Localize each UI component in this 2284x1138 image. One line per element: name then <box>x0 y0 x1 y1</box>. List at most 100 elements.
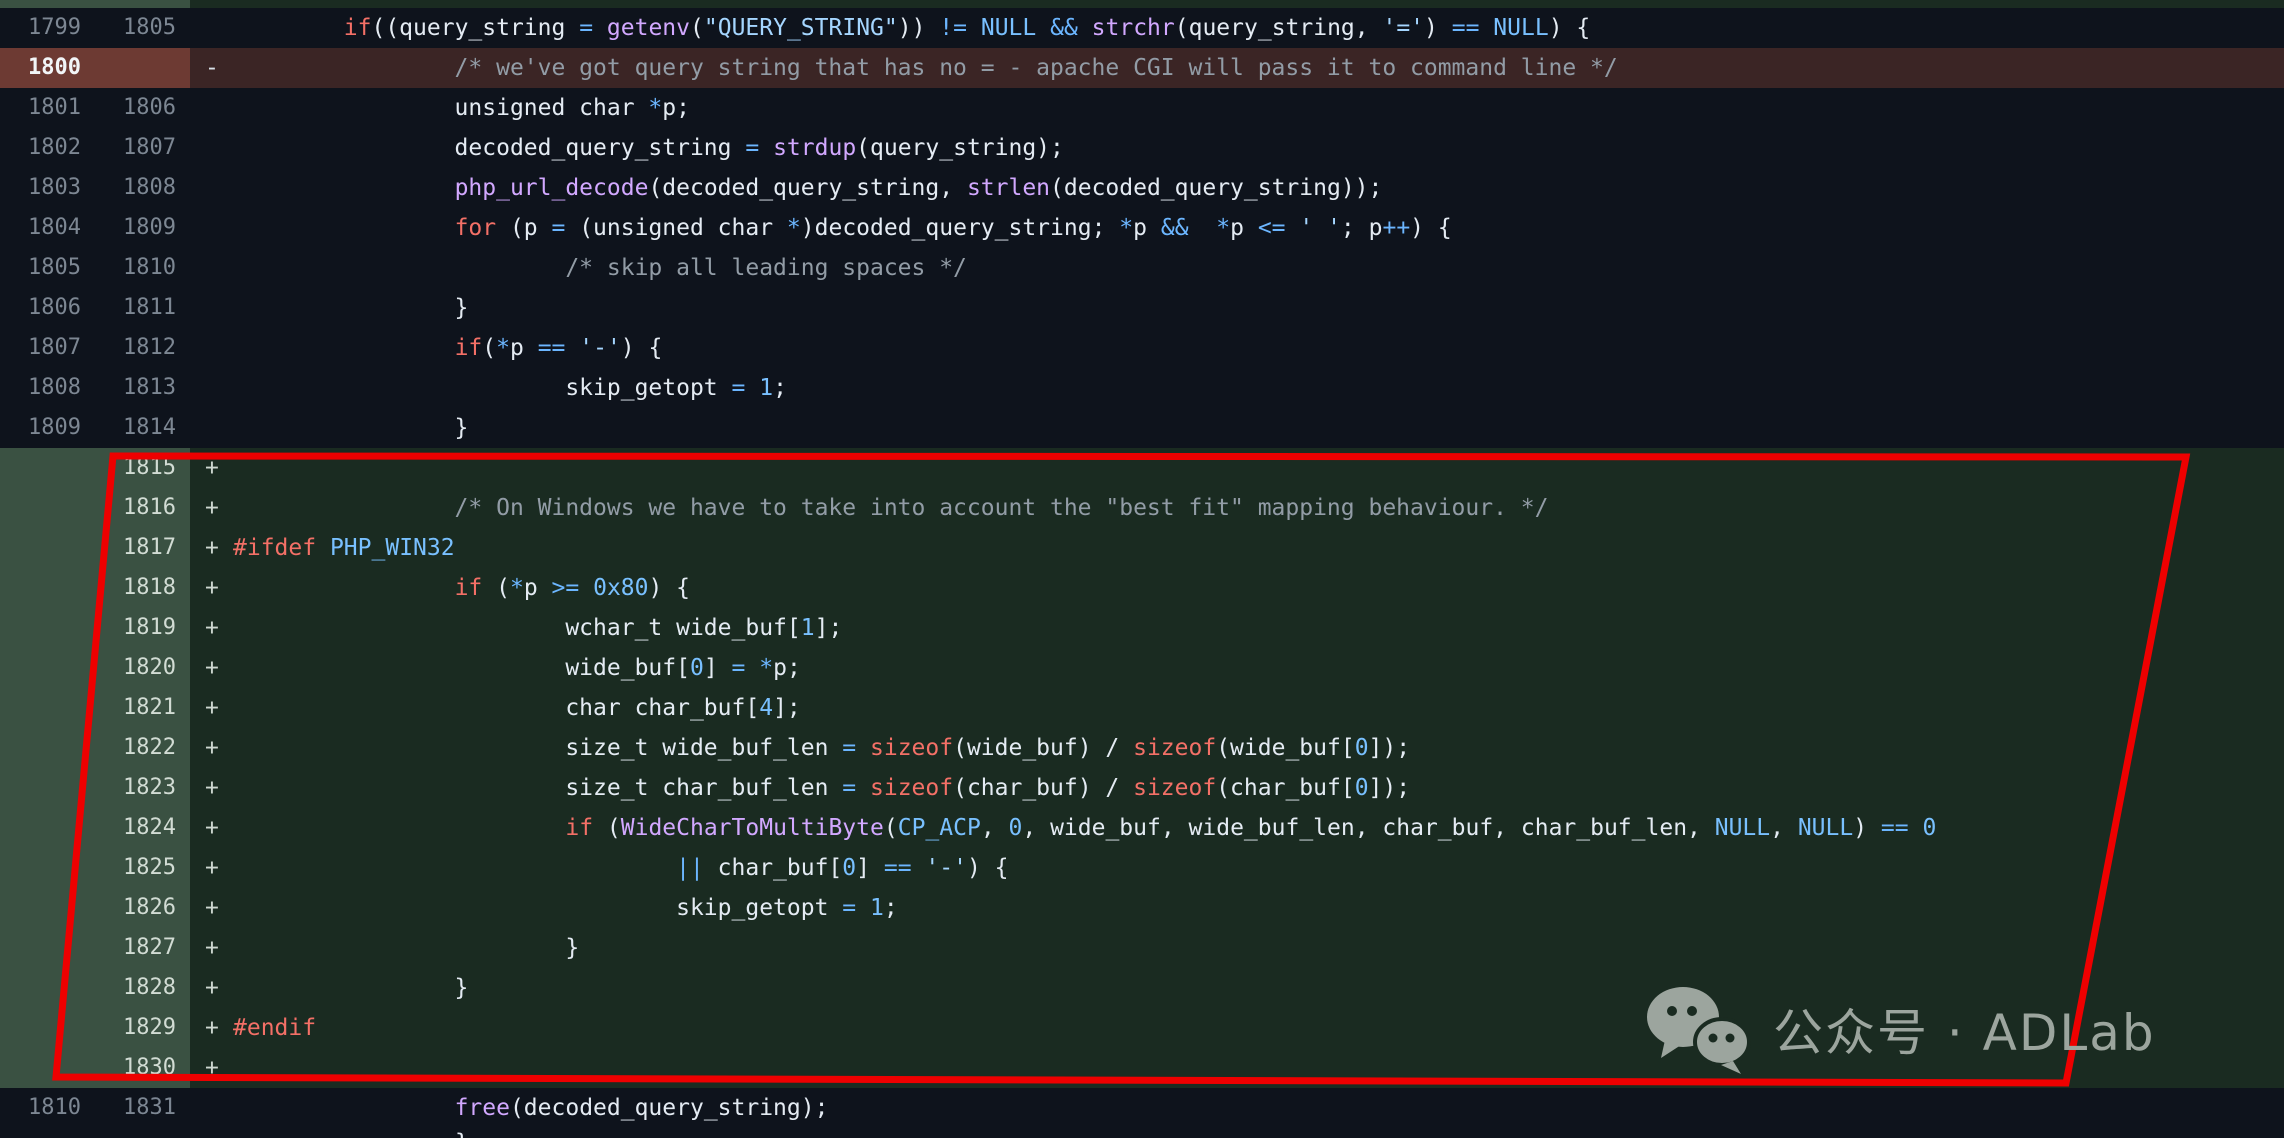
diff-row: 18011806 unsigned char *p; <box>0 88 2284 128</box>
code-line: #ifdef PHP_WIN32 <box>190 528 455 568</box>
code-line: size_t wide_buf_len = sizeof(wide_buf) /… <box>190 728 1410 768</box>
new-line-number[interactable]: 1814 <box>95 408 190 448</box>
old-line-number[interactable]: 1809 <box>0 408 95 448</box>
old-line-number[interactable] <box>0 448 95 488</box>
diff-row: 17991805 if((query_string = getenv("QUER… <box>0 8 2284 48</box>
new-line-number[interactable]: 1806 <box>95 88 190 128</box>
new-line-number[interactable]: 1816 <box>95 488 190 528</box>
code-line: } <box>190 408 468 448</box>
code-cell: php_url_decode(decoded_query_string, str… <box>190 168 2284 208</box>
code-cell: + <box>190 448 2284 488</box>
added-marker: + <box>205 448 219 488</box>
added-marker: + <box>205 568 219 608</box>
diff-row: 1819+ wchar_t wide_buf[1]; <box>0 608 2284 648</box>
diff-row: 1821+ char char_buf[4]; <box>0 688 2284 728</box>
code-line: } <box>190 968 468 1008</box>
diff-row: 1823 + size_t char_buf_len = sizeof(char_… <box>0 768 2284 808</box>
partial-context-row-bottom: } <box>0 1128 2284 1138</box>
new-line-number[interactable]: 1810 <box>95 248 190 288</box>
new-line-number[interactable]: 1827 <box>95 928 190 968</box>
added-marker: + <box>205 728 219 768</box>
code-line: unsigned char *p; <box>190 88 690 128</box>
code-line: /* skip all leading spaces */ <box>190 248 967 288</box>
diff-row: 18041809 for (p = (unsigned char *)decod… <box>0 208 2284 248</box>
partial-brace-glyph: } <box>455 1130 469 1138</box>
old-line-number[interactable] <box>0 928 95 968</box>
old-line-number[interactable]: 1808 <box>0 368 95 408</box>
old-line-number[interactable] <box>0 848 95 888</box>
code-cell: + if (WideCharToMultiByte(CP_ACP, 0, wid… <box>190 808 2284 848</box>
new-line-number[interactable]: 1820 <box>95 648 190 688</box>
new-line-number[interactable]: 1830 <box>95 1048 190 1088</box>
new-line-number[interactable]: 1828 <box>95 968 190 1008</box>
new-line-number[interactable]: 1811 <box>95 288 190 328</box>
diff-row: 1820+ wide_buf[0] = *p; <box>0 648 2284 688</box>
code-line: } <box>190 928 579 968</box>
code-line: wide_buf[0] = *p; <box>190 648 801 688</box>
new-line-number[interactable]: 1826 <box>95 888 190 928</box>
new-line-number[interactable]: 1813 <box>95 368 190 408</box>
new-line-number[interactable]: 1808 <box>95 168 190 208</box>
old-line-number[interactable] <box>0 688 95 728</box>
new-line-number[interactable]: 1829 <box>95 1008 190 1048</box>
code-line: decoded_query_string = strdup(query_stri… <box>190 128 1064 168</box>
new-line-number[interactable]: 1807 <box>95 128 190 168</box>
old-line-number[interactable]: 1804 <box>0 208 95 248</box>
old-line-number[interactable]: 1802 <box>0 128 95 168</box>
old-line-number[interactable] <box>0 808 95 848</box>
code-cell: + || char_buf[0] == '-') { <box>190 848 2284 888</box>
old-line-number[interactable]: 1799 <box>0 8 95 48</box>
old-line-number[interactable]: 1800 <box>0 48 95 88</box>
code-line: size_t char_buf_len = sizeof(char_buf) /… <box>190 768 1410 808</box>
new-line-number[interactable]: 1821 <box>95 688 190 728</box>
old-line-number[interactable]: 1801 <box>0 88 95 128</box>
old-line-number[interactable] <box>0 648 95 688</box>
new-line-number[interactable]: 1824 <box>95 808 190 848</box>
old-line-number[interactable]: 1803 <box>0 168 95 208</box>
diff-row: 18091814 } <box>0 408 2284 448</box>
old-line-number[interactable]: 1810 <box>0 1088 95 1128</box>
diff-row: 18031808 php_url_decode(decoded_query_st… <box>0 168 2284 208</box>
new-line-number[interactable]: 1819 <box>95 608 190 648</box>
new-line-number[interactable]: 1831 <box>95 1088 190 1128</box>
code-cell: + wchar_t wide_buf[1]; <box>190 608 2284 648</box>
new-line-number[interactable]: 1817 <box>95 528 190 568</box>
old-line-number[interactable] <box>0 968 95 1008</box>
diff-rows: 17991805 if((query_string = getenv("QUER… <box>0 8 2284 1128</box>
new-line-number[interactable]: 1812 <box>95 328 190 368</box>
old-line-number[interactable]: 1805 <box>0 248 95 288</box>
old-line-number[interactable]: 1807 <box>0 328 95 368</box>
old-line-number[interactable] <box>0 768 95 808</box>
diff-row: 18081813 skip_getopt = 1; <box>0 368 2284 408</box>
old-line-number[interactable]: 1806 <box>0 288 95 328</box>
new-line-number[interactable]: 1822 <box>95 728 190 768</box>
diff-row: 1830+ <box>0 1048 2284 1088</box>
code-cell: if((query_string = getenv("QUERY_STRING"… <box>190 8 2284 48</box>
new-line-number[interactable]: 1815 <box>95 448 190 488</box>
old-line-number[interactable] <box>0 488 95 528</box>
code-cell: + <box>190 1048 2284 1088</box>
old-line-number[interactable] <box>0 528 95 568</box>
code-cell: + size_t wide_buf_len = sizeof(wide_buf)… <box>190 728 2284 768</box>
new-line-number[interactable]: 1818 <box>95 568 190 608</box>
added-marker: + <box>205 768 219 808</box>
new-line-number[interactable]: 1809 <box>95 208 190 248</box>
added-marker: + <box>205 648 219 688</box>
old-line-number[interactable] <box>0 728 95 768</box>
code-line: free(decoded_query_string); <box>190 1088 828 1128</box>
new-line-number[interactable]: 1805 <box>95 8 190 48</box>
diff-row: 1827+ } <box>0 928 2284 968</box>
old-line-number[interactable] <box>0 888 95 928</box>
old-line-number[interactable] <box>0 568 95 608</box>
code-cell: + wide_buf[0] = *p; <box>190 648 2284 688</box>
old-line-number[interactable] <box>0 1008 95 1048</box>
new-line-number[interactable]: 1823 <box>95 768 190 808</box>
diff-row: 18061811 } <box>0 288 2284 328</box>
code-line: /* we've got query string that has no = … <box>190 48 1618 88</box>
new-line-number[interactable] <box>95 48 190 88</box>
code-line: char char_buf[4]; <box>190 688 801 728</box>
old-line-number[interactable] <box>0 608 95 648</box>
old-line-number[interactable] <box>0 1048 95 1088</box>
new-line-number[interactable]: 1825 <box>95 848 190 888</box>
diff-viewer: 17991805 if((query_string = getenv("QUER… <box>0 0 2284 1138</box>
